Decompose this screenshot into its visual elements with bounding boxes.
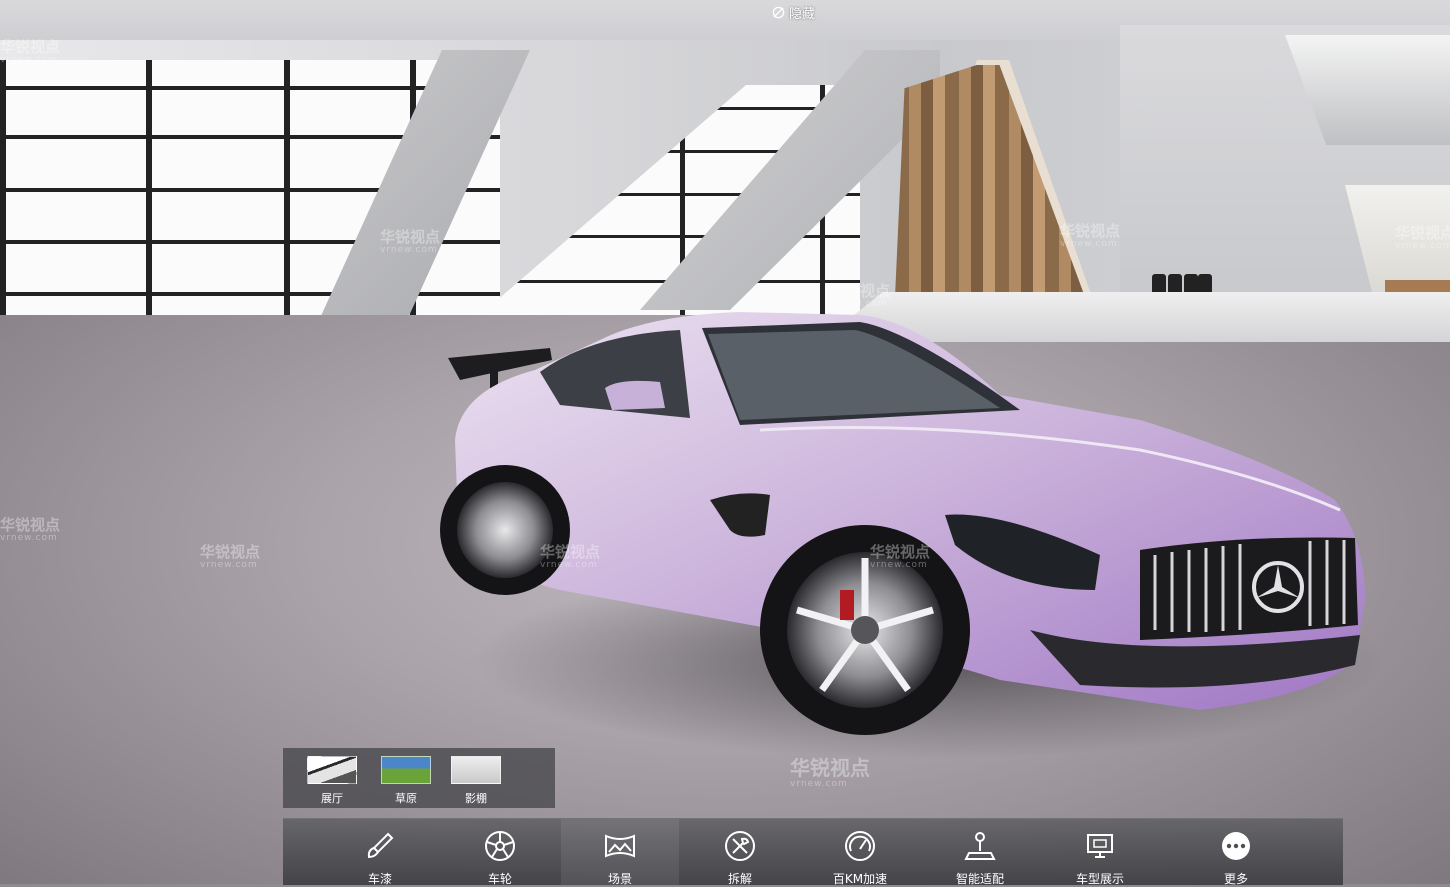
tool-paint-button[interactable]: 车漆 [321, 819, 439, 886]
tool-label: 车型展示 [1075, 872, 1124, 886]
scene-option-studio[interactable]: 影棚 [447, 756, 505, 805]
tool-wheel-button[interactable]: 车轮 [441, 819, 559, 886]
tool-label: 场景 [607, 872, 632, 886]
tool-label: 拆解 [727, 872, 752, 886]
tool-smart-adapt-button[interactable]: 智能适配 [921, 819, 1039, 886]
tools-icon [725, 831, 755, 861]
tool-label: 车漆 [367, 872, 392, 886]
car-model[interactable] [440, 300, 1370, 750]
tool-disassemble-button[interactable]: 拆解 [681, 819, 799, 886]
showroom-thumbnail [307, 756, 357, 784]
speedometer-icon [845, 831, 875, 861]
wheel-icon [485, 831, 515, 861]
tool-label: 百KM加速 [832, 872, 888, 886]
tool-label: 车轮 [487, 872, 512, 886]
scene-option-label: 展厅 [321, 792, 343, 805]
scene-option-grassland[interactable]: 草原 [377, 756, 435, 805]
tool-more-button[interactable]: 更多 [1177, 819, 1295, 886]
hide-ui-label: 隐藏 [789, 6, 816, 22]
more-icon [1222, 832, 1250, 860]
studio-thumbnail [451, 756, 501, 784]
scene-option-label: 草原 [395, 792, 417, 805]
tool-scene-button[interactable]: 场景 [561, 819, 679, 886]
scene-option-label: 影棚 [465, 792, 487, 805]
eye-off-icon [772, 6, 785, 18]
scene-option-showroom[interactable]: 展厅 [303, 756, 361, 805]
grassland-thumbnail [381, 756, 431, 784]
tool-label: 智能适配 [955, 872, 1004, 886]
tool-acceleration-button[interactable]: 百KM加速 [801, 819, 919, 886]
display-icon [1087, 834, 1113, 858]
car-illustration [440, 312, 1365, 735]
tool-model-display-button[interactable]: 车型展示 [1041, 819, 1159, 886]
bottom-toolbar: 车漆 车轮 场景 拆解 百KM加速 智能适配 车型展示 更多 [283, 818, 1343, 886]
scene-icon [605, 834, 635, 858]
scene-picker-panel: 展厅 草原 影棚 [283, 748, 555, 808]
tool-label: 更多 [1223, 872, 1248, 886]
hide-ui-toggle[interactable]: 隐藏 [772, 2, 815, 22]
joystick-icon [964, 832, 996, 860]
paint-brush-icon [367, 832, 394, 859]
3d-viewport[interactable] [0, 0, 1450, 884]
